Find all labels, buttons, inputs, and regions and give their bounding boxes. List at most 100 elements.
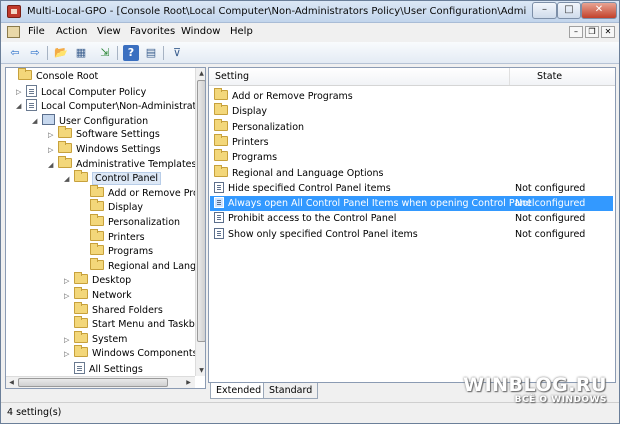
tree-node[interactable]: Start Menu and Taskbar xyxy=(64,316,204,332)
child-minimize-button[interactable]: – xyxy=(569,26,583,38)
list-item[interactable]: Always open All Control Panel Items when… xyxy=(210,196,613,212)
expand-toggle-icon[interactable]: ◢ xyxy=(48,158,58,172)
scroll-right-icon[interactable]: ▶ xyxy=(183,377,194,388)
scrollbar-thumb[interactable] xyxy=(197,80,205,342)
expand-toggle-icon[interactable]: ▷ xyxy=(64,333,74,347)
expand-toggle-icon[interactable]: ▷ xyxy=(48,128,58,142)
list-item[interactable]: Show only specified Control Panel items N… xyxy=(210,227,613,242)
list-item[interactable]: Add or Remove Programs xyxy=(210,88,613,104)
scroll-up-icon[interactable]: ▲ xyxy=(196,68,205,79)
list-item[interactable]: Printers xyxy=(210,133,613,150)
tree-node-label: Programs xyxy=(108,246,154,258)
expand-toggle-icon[interactable]: ▷ xyxy=(64,289,74,303)
watermark-line-1: WINBLOG.RU xyxy=(463,374,607,396)
up-folder-icon[interactable]: 📂 xyxy=(53,45,69,61)
folder-icon xyxy=(214,149,228,162)
minimize-button[interactable]: – xyxy=(532,2,557,19)
folder-icon xyxy=(74,345,88,358)
menu-favorites[interactable]: Favorites xyxy=(130,26,175,37)
tree-node-label: Windows Components xyxy=(92,348,198,360)
policy-setting-icon xyxy=(214,181,224,193)
status-bar: 4 setting(s) xyxy=(1,402,619,423)
maximize-button[interactable]: □ xyxy=(557,2,581,19)
setting-name-text: Add or Remove Programs xyxy=(232,91,353,102)
tree-node-label: Shared Folders xyxy=(92,304,163,316)
tree-node[interactable]: Regional and Langu xyxy=(80,257,202,274)
watermark: WINBLOG.RU ВСЁ О WINDOWS xyxy=(463,375,607,405)
expand-toggle-icon[interactable]: ◢ xyxy=(16,99,26,113)
expand-toggle-icon[interactable]: ▷ xyxy=(64,274,74,288)
expand-toggle-icon[interactable]: ◢ xyxy=(32,114,42,128)
child-window-icon[interactable] xyxy=(7,26,20,38)
status-text: 4 setting(s) xyxy=(7,407,62,418)
folder-icon xyxy=(58,155,72,168)
folder-icon xyxy=(58,141,72,153)
menu-action[interactable]: Action xyxy=(56,26,87,37)
setting-name: Display xyxy=(214,103,268,119)
tree-node[interactable]: ◢ Control Panel xyxy=(64,170,161,186)
menu-help[interactable]: Help xyxy=(230,26,253,37)
back-arrow-icon[interactable]: ⇦ xyxy=(7,45,23,61)
menu-view[interactable]: View xyxy=(97,26,121,37)
setting-name: Hide specified Control Panel items xyxy=(214,181,391,196)
mmc-app-icon[interactable] xyxy=(7,5,21,18)
setting-name: Show only specified Control Panel items xyxy=(214,227,418,242)
folder-icon xyxy=(74,316,88,329)
scrollbar-thumb[interactable] xyxy=(18,378,168,387)
child-close-button[interactable]: ✕ xyxy=(601,26,615,38)
tree-node[interactable]: ◢ Administrative Templates xyxy=(48,155,196,172)
tree-node-label: Console Root xyxy=(36,71,99,82)
setting-name-text: Display xyxy=(232,106,268,118)
tree-node[interactable]: ▷ Windows Components xyxy=(64,345,198,361)
scroll-down-icon[interactable]: ▼ xyxy=(196,365,205,376)
expand-toggle-icon[interactable]: ▷ xyxy=(64,347,74,361)
setting-state: Not configured xyxy=(515,182,586,194)
setting-name-text: Regional and Language Options xyxy=(232,167,384,179)
tree-node[interactable]: All Settings xyxy=(64,362,143,376)
tab-standard[interactable]: Standard xyxy=(263,383,319,399)
tree-node-label: Network xyxy=(92,290,132,301)
setting-state: Not configured xyxy=(515,213,586,225)
list-item[interactable]: Display xyxy=(210,103,613,119)
list-item[interactable]: Prohibit access to the Control Panel Not … xyxy=(210,211,613,226)
scroll-left-icon[interactable]: ◀ xyxy=(6,377,17,388)
settings-list[interactable]: Setting State Add or Remove Programs Disp… xyxy=(208,67,616,383)
list-item[interactable]: Personalization xyxy=(210,118,613,135)
policy-setting-icon xyxy=(214,212,224,224)
tree-node[interactable]: ▷ Local Computer Policy xyxy=(16,84,146,99)
tree-vertical-scrollbar[interactable]: ▲ ▼ xyxy=(195,68,205,376)
title-bar[interactable]: Multi-Local-GPO - [Console Root\Local Co… xyxy=(1,1,619,23)
column-header-setting[interactable]: Setting xyxy=(215,71,249,82)
setting-state: Not configured xyxy=(515,228,586,240)
setting-name: Add or Remove Programs xyxy=(214,88,353,104)
export-list-icon[interactable]: ⇲ xyxy=(97,45,113,61)
tree-node[interactable]: Console Root xyxy=(8,68,99,84)
setting-state: Not configured xyxy=(515,198,586,210)
tab-extended[interactable]: Extended xyxy=(210,383,268,399)
list-item[interactable]: Hide specified Control Panel items Not co… xyxy=(210,181,613,196)
child-restore-button[interactable]: ❐ xyxy=(585,26,599,38)
properties-icon[interactable]: ▤ xyxy=(143,45,159,61)
close-button[interactable]: ✕ xyxy=(581,2,617,19)
folder-icon xyxy=(214,164,228,177)
expand-toggle-icon[interactable]: ▷ xyxy=(16,85,26,99)
list-item[interactable]: Regional and Language Options xyxy=(210,164,613,181)
filter-icon[interactable]: ⊽ xyxy=(169,45,185,61)
console-tree[interactable]: Console Root ▷ Local Computer Policy ◢ Local… xyxy=(5,67,206,389)
tree-node[interactable]: ◢ Local Computer\Non-Administrat xyxy=(16,99,196,113)
tree-node[interactable]: ◢ User Configuration xyxy=(32,113,148,128)
list-item[interactable]: Programs xyxy=(210,149,613,165)
watermark-line-2: ВСЁ О WINDOWS xyxy=(514,395,607,405)
expand-toggle-icon[interactable]: ▷ xyxy=(48,143,58,157)
setting-name-text: Personalization xyxy=(232,121,305,133)
forward-arrow-icon[interactable]: ⇨ xyxy=(27,45,43,61)
show-hide-tree-icon[interactable]: ▦ xyxy=(73,45,89,61)
column-divider[interactable] xyxy=(509,68,510,85)
expand-toggle-icon[interactable]: ◢ xyxy=(64,172,74,186)
tree-horizontal-scrollbar[interactable]: ◀ ▶ xyxy=(6,376,195,388)
menu-file[interactable]: File xyxy=(28,26,45,37)
menu-window[interactable]: Window xyxy=(181,26,220,37)
column-header-state[interactable]: State xyxy=(537,71,562,82)
help-icon[interactable]: ? xyxy=(123,45,139,61)
folder-icon xyxy=(214,103,228,116)
